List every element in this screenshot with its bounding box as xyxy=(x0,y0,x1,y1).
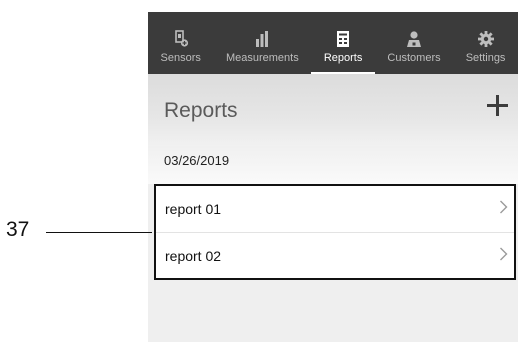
figure-canvas: Sensors Measurements Reports Customers S… xyxy=(0,0,522,342)
tab-customers[interactable]: Customers xyxy=(375,12,453,74)
date-label: 03/26/2019 xyxy=(164,153,230,168)
chevron-right-icon xyxy=(500,200,508,214)
tab-bar: Sensors Measurements Reports Customers S… xyxy=(148,12,518,74)
list-item[interactable]: report 01 xyxy=(156,186,514,233)
tab-label: Measurements xyxy=(225,52,299,64)
bar-chart-icon xyxy=(256,31,269,47)
callout-leader-line xyxy=(46,232,152,233)
tab-reports[interactable]: Reports xyxy=(311,12,375,74)
tab-sensors[interactable]: Sensors xyxy=(148,12,213,74)
date-group-header: 03/26/2019 xyxy=(148,146,518,184)
page-header: Reports xyxy=(148,74,518,146)
tab-label: Settings xyxy=(465,52,506,64)
gear-icon xyxy=(477,31,494,47)
tab-label: Customers xyxy=(387,52,441,64)
plus-icon[interactable] xyxy=(486,94,508,116)
report-name: report 02 xyxy=(165,248,222,264)
tab-label: Reports xyxy=(323,52,363,64)
report-name: report 01 xyxy=(165,201,222,217)
app-screen: Sensors Measurements Reports Customers S… xyxy=(148,12,518,342)
tab-label: Sensors xyxy=(160,52,201,64)
chevron-right-icon xyxy=(500,247,508,261)
list-item[interactable]: report 02 xyxy=(156,233,514,279)
report-icon xyxy=(337,31,350,47)
sensor-icon xyxy=(174,30,188,47)
customer-icon xyxy=(407,31,422,47)
tab-measurements[interactable]: Measurements xyxy=(213,12,311,74)
tab-settings[interactable]: Settings xyxy=(453,12,518,74)
report-list: report 01 report 02 xyxy=(154,184,516,280)
callout-number: 37 xyxy=(6,218,30,241)
page-title: Reports xyxy=(164,99,238,122)
